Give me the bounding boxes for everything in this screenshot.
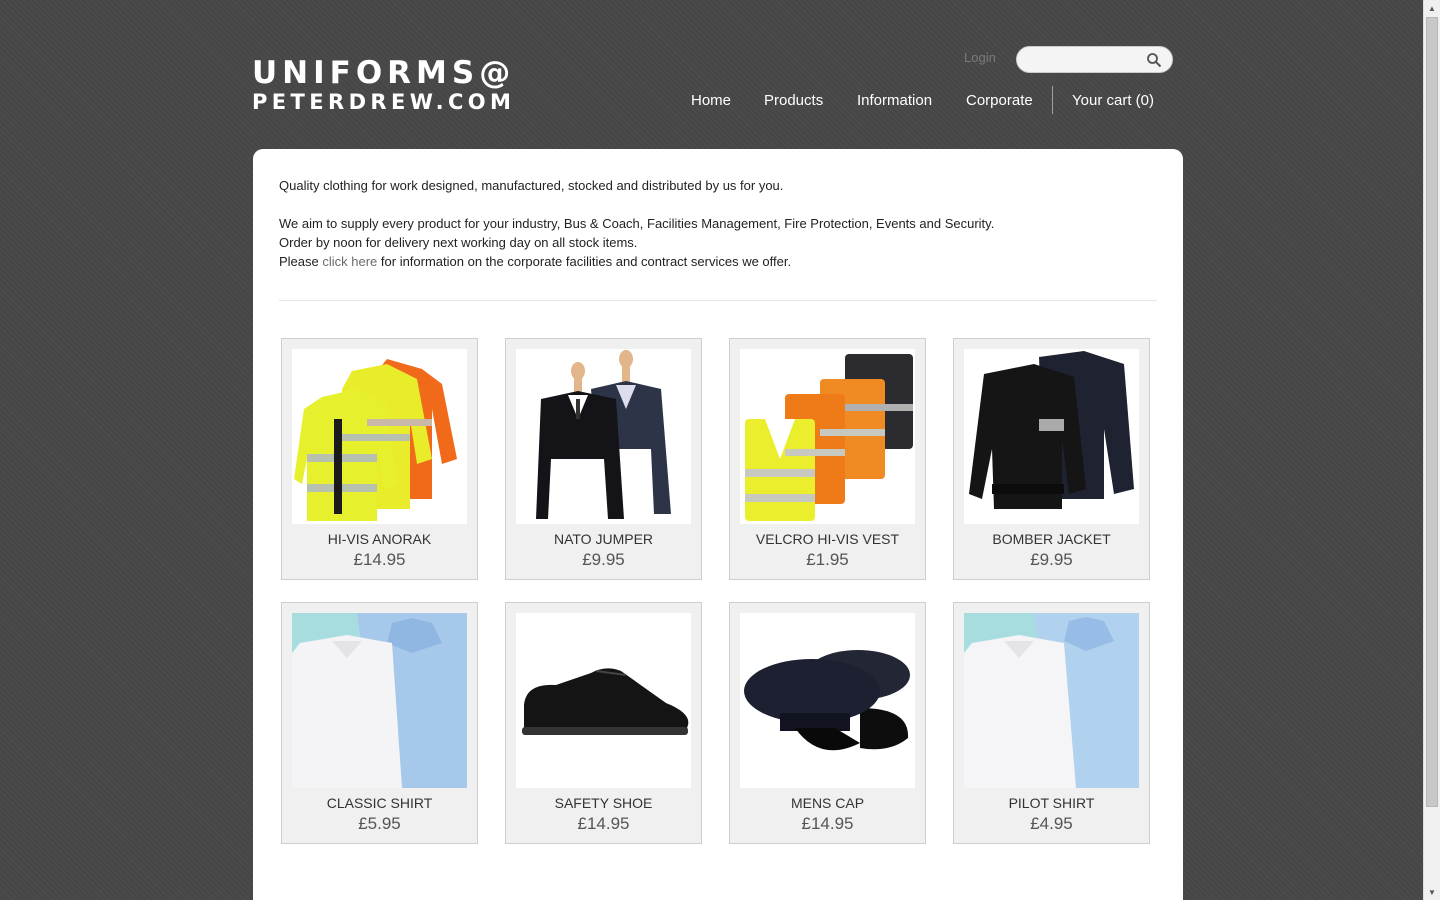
product-price: £1.95: [806, 550, 849, 569]
nav-item-information: Information: [857, 86, 932, 114]
intro-line-4-post: for information on the corporate facilit…: [377, 254, 792, 269]
nav-item-cart: Your cart (0): [1072, 86, 1154, 114]
product-name[interactable]: BOMBER JACKET: [954, 531, 1149, 547]
corporate-info-link[interactable]: click here: [322, 254, 377, 269]
nav-item-home: Home: [691, 86, 731, 114]
product-card[interactable]: MENS CAP £14.95: [729, 602, 926, 844]
product-card[interactable]: BOMBER JACKET £9.95: [953, 338, 1150, 580]
product-price: £14.95: [801, 814, 854, 833]
product-image[interactable]: [292, 613, 467, 788]
scroll-down-arrow-icon[interactable]: ▼: [1424, 884, 1440, 900]
login-link[interactable]: Login: [964, 50, 996, 65]
cart-link[interactable]: Your cart (0): [1072, 92, 1154, 109]
intro-line-4-pre: Please: [279, 254, 323, 269]
scroll-up-arrow-icon[interactable]: ▲: [1424, 0, 1440, 16]
intro-line-4: Please click here for information on the…: [279, 252, 994, 271]
search-icon[interactable]: [1146, 52, 1162, 68]
product-name[interactable]: HI-VIS ANORAK: [282, 531, 477, 547]
product-price: £5.95: [358, 814, 401, 833]
logo-line-2: PETERDREW.COM: [252, 90, 516, 114]
scrollbar-thumb[interactable]: [1426, 17, 1438, 807]
search-input[interactable]: [1027, 47, 1147, 72]
vertical-scrollbar[interactable]: ▲ ▼: [1423, 0, 1440, 900]
section-divider: [279, 300, 1157, 301]
product-card[interactable]: VELCRO HI-VIS VEST £1.95: [729, 338, 926, 580]
nav-item-corporate: Corporate: [966, 86, 1033, 114]
product-image[interactable]: [740, 349, 915, 524]
product-name[interactable]: VELCRO HI-VIS VEST: [730, 531, 925, 547]
nav-item-products: Products: [764, 86, 823, 114]
intro-line-1: Quality clothing for work designed, manu…: [279, 178, 784, 193]
product-image[interactable]: [292, 349, 467, 524]
product-image[interactable]: [964, 613, 1139, 788]
product-name[interactable]: NATO JUMPER: [506, 531, 701, 547]
intro-text: Quality clothing for work designed, manu…: [279, 176, 994, 271]
product-name[interactable]: SAFETY SHOE: [506, 795, 701, 811]
product-name[interactable]: MENS CAP: [730, 795, 925, 811]
product-image[interactable]: [516, 613, 691, 788]
product-card[interactable]: PILOT SHIRT £4.95: [953, 602, 1150, 844]
product-card[interactable]: SAFETY SHOE £14.95: [505, 602, 702, 844]
product-price: £14.95: [353, 550, 406, 569]
product-price: £4.95: [1030, 814, 1073, 833]
product-card[interactable]: CLASSIC SHIRT £5.95: [281, 602, 478, 844]
nav-divider: [1052, 86, 1053, 114]
product-card[interactable]: NATO JUMPER £9.95: [505, 338, 702, 580]
logo-line-1: UNIFORMS@: [252, 55, 516, 91]
intro-line-2: We aim to supply every product for your …: [279, 216, 995, 231]
site-logo[interactable]: UNIFORMS@ PETERDREW.COM: [252, 58, 515, 113]
product-price: £9.95: [582, 550, 625, 569]
product-card[interactable]: HI-VIS ANORAK £14.95: [281, 338, 478, 580]
product-name[interactable]: CLASSIC SHIRT: [282, 795, 477, 811]
main-content-panel: Quality clothing for work designed, manu…: [253, 149, 1183, 900]
product-image[interactable]: [740, 613, 915, 788]
intro-line-3: Order by noon for delivery next working …: [279, 235, 638, 250]
product-image[interactable]: [516, 349, 691, 524]
product-name[interactable]: PILOT SHIRT: [954, 795, 1149, 811]
nav-link-information[interactable]: Information: [857, 92, 932, 109]
search-box: [1016, 46, 1173, 73]
nav-link-corporate[interactable]: Corporate: [966, 92, 1033, 109]
nav-link-products[interactable]: Products: [764, 92, 823, 109]
product-price: £14.95: [577, 814, 630, 833]
product-image[interactable]: [964, 349, 1139, 524]
nav-link-home[interactable]: Home: [691, 92, 731, 109]
product-price: £9.95: [1030, 550, 1073, 569]
